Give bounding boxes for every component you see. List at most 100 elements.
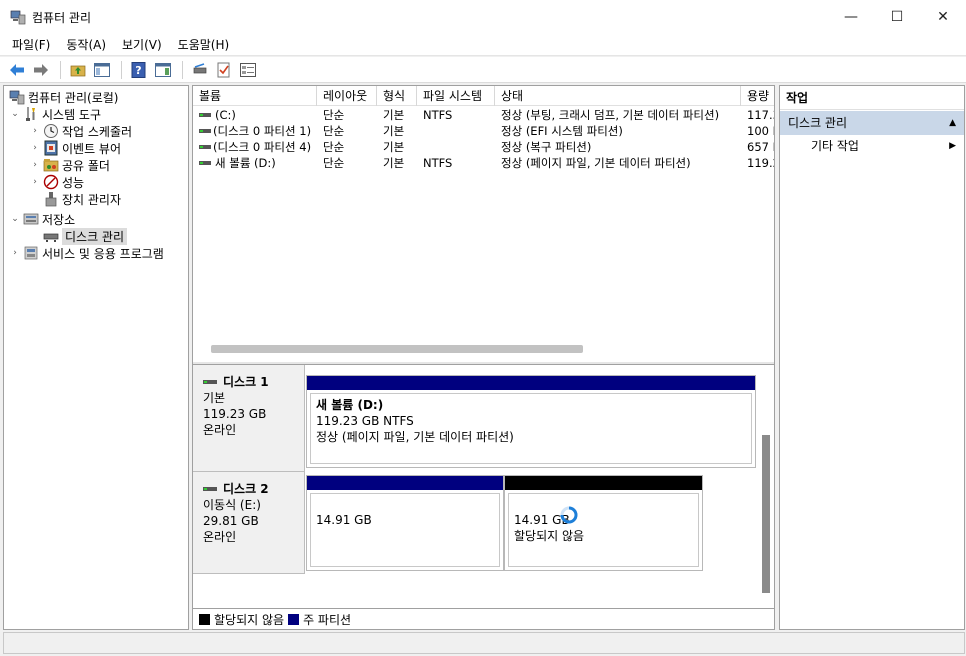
column-header-status[interactable]: 상태 bbox=[495, 86, 741, 106]
unallocated-swatch bbox=[199, 614, 210, 625]
capacity-cell: 119.2 bbox=[747, 156, 774, 170]
partition-d-volume[interactable]: 새 볼륨 (D:) 119.23 GB NTFS 정상 (페이지 파일, 기본 … bbox=[306, 375, 756, 468]
tree-item-device-manager[interactable]: 장치 관리자 bbox=[41, 190, 121, 208]
computer-management-icon bbox=[10, 9, 26, 25]
capacity-cell: 117.3 bbox=[747, 108, 774, 122]
device-manager-icon bbox=[43, 191, 59, 207]
tree-item-task-scheduler[interactable]: › 작업 스케줄러 bbox=[29, 122, 132, 140]
disk-type: 기본 bbox=[203, 391, 226, 405]
volume-icon bbox=[199, 161, 211, 165]
disk-2-label[interactable]: 디스크 2 이동식 (E:) 29.81 GB 온라인 bbox=[193, 472, 305, 574]
show-hide-tree-button[interactable] bbox=[91, 59, 113, 81]
actions-section-disk-management[interactable]: 디스크 관리 ▲ bbox=[780, 111, 964, 135]
tree-item-shared-folders[interactable]: › 공유 폴더 bbox=[29, 156, 110, 174]
chevron-right-icon[interactable]: › bbox=[29, 143, 41, 153]
vertical-scrollbar[interactable] bbox=[762, 435, 770, 593]
menu-help[interactable]: 도움말(H) bbox=[170, 34, 238, 56]
services-icon bbox=[23, 245, 39, 261]
svg-text:?: ? bbox=[135, 64, 141, 77]
minimize-button[interactable]: — bbox=[828, 0, 874, 34]
tree-item-services-apps[interactable]: › 서비스 및 응용 프로그램 bbox=[9, 244, 164, 262]
chevron-right-icon[interactable]: › bbox=[29, 126, 41, 136]
chevron-down-icon[interactable]: ⌄ bbox=[9, 109, 21, 119]
disk-size: 29.81 GB bbox=[203, 514, 259, 528]
partition-size: 14.91 GB bbox=[514, 513, 570, 527]
filesystem-cell: NTFS bbox=[423, 108, 453, 122]
table-row[interactable]: 새 볼륨 (D:) 단순 기본 NTFS 정상 (페이지 파일, 기본 데이터 … bbox=[193, 155, 774, 171]
tree-item-root[interactable]: 컴퓨터 관리(로컬) bbox=[7, 88, 118, 106]
menu-file[interactable]: 파일(F) bbox=[0, 34, 58, 56]
chevron-down-icon[interactable]: ⌄ bbox=[9, 214, 21, 224]
tree-item-label: 컴퓨터 관리(로컬) bbox=[28, 90, 119, 105]
partition-primary-e[interactable]: 14.91 GB bbox=[306, 475, 504, 571]
disk-1-label[interactable]: 디스크 1 기본 119.23 GB 온라인 bbox=[193, 365, 305, 472]
event-log-icon bbox=[43, 140, 59, 156]
action-more-actions[interactable]: 기타 작업 ▶ bbox=[780, 135, 964, 157]
disk-status: 온라인 bbox=[203, 530, 237, 544]
show-hide-action-pane-button[interactable] bbox=[152, 59, 174, 81]
status-cell: 정상 (페이지 파일, 기본 데이터 파티션) bbox=[501, 156, 691, 170]
console-tree-pane: 컴퓨터 관리(로컬) ⌄ 시스템 도구 › 작업 스케줄러 › 이벤트 뷰어 ›… bbox=[3, 85, 189, 630]
menu-action[interactable]: 동작(A) bbox=[58, 34, 114, 56]
tree-item-system-tools[interactable]: ⌄ 시스템 도구 bbox=[9, 105, 101, 123]
connect-disk-button[interactable] bbox=[189, 59, 211, 81]
column-header-volume[interactable]: 볼륨 bbox=[193, 86, 317, 106]
chevron-right-icon[interactable]: › bbox=[9, 248, 21, 258]
table-row[interactable]: (디스크 0 파티션 1) 단순 기본 정상 (EFI 시스템 파티션) 100… bbox=[193, 123, 774, 139]
tree-item-storage[interactable]: ⌄ 저장소 bbox=[9, 210, 75, 228]
table-row[interactable]: (디스크 0 파티션 4) 단순 기본 정상 (복구 파티션) 657 M bbox=[193, 139, 774, 155]
tree-item-label: 시스템 도구 bbox=[42, 107, 102, 122]
tree-item-label: 작업 스케줄러 bbox=[62, 124, 133, 139]
layout-cell: 단순 bbox=[323, 156, 345, 170]
tree-item-event-viewer[interactable]: › 이벤트 뷰어 bbox=[29, 139, 121, 157]
partition-size: 14.91 GB bbox=[316, 513, 372, 527]
menu-view[interactable]: 보기(V) bbox=[114, 34, 170, 56]
horizontal-scrollbar[interactable] bbox=[211, 345, 583, 353]
partition-unallocated[interactable]: 14.91 GB 할당되지 않음 bbox=[504, 475, 703, 571]
table-row[interactable]: (C:) 단순 기본 NTFS 정상 (부팅, 크래시 덤프, 기본 데이터 파… bbox=[193, 107, 774, 123]
type-cell: 기본 bbox=[383, 108, 405, 122]
disk-link-icon bbox=[193, 62, 207, 73]
collapse-up-icon[interactable]: ▲ bbox=[949, 111, 956, 135]
type-cell: 기본 bbox=[383, 124, 405, 138]
volume-table-header: 볼륨 레이아웃 형식 파일 시스템 상태 용량 bbox=[193, 86, 774, 106]
actions-header: 작업 bbox=[780, 86, 964, 110]
column-header-type[interactable]: 형식 bbox=[377, 86, 417, 106]
disk-type: 이동식 (E:) bbox=[203, 498, 261, 512]
disk-icon bbox=[203, 487, 217, 491]
shared-folder-icon bbox=[43, 157, 59, 173]
back-button[interactable] bbox=[6, 59, 28, 81]
clock-icon bbox=[43, 123, 59, 139]
layout-cell: 단순 bbox=[323, 124, 345, 138]
arrow-right-icon bbox=[34, 63, 48, 76]
tree-item-label: 서비스 및 응용 프로그램 bbox=[42, 246, 164, 261]
console-tree-icon bbox=[94, 62, 110, 77]
toolbar-separator bbox=[121, 60, 122, 79]
status-cell: 정상 (EFI 시스템 파티션) bbox=[501, 124, 623, 138]
disk-name: 디스크 2 bbox=[203, 481, 304, 497]
partition-status: 할당되지 않음 bbox=[514, 529, 585, 543]
properties-button[interactable] bbox=[237, 59, 259, 81]
column-header-layout[interactable]: 레이아웃 bbox=[317, 86, 377, 106]
legend-unallocated: 할당되지 않음 bbox=[214, 613, 285, 627]
column-header-filesystem[interactable]: 파일 시스템 bbox=[417, 86, 495, 106]
check-properties-button[interactable] bbox=[213, 59, 235, 81]
filesystem-cell bbox=[417, 139, 495, 155]
chevron-right-icon[interactable]: › bbox=[29, 160, 41, 170]
disk-size: 119.23 GB bbox=[203, 407, 267, 421]
window-title: 컴퓨터 관리 bbox=[32, 10, 92, 25]
maximize-button[interactable]: ☐ bbox=[874, 0, 920, 34]
up-level-button[interactable] bbox=[67, 59, 89, 81]
help-button[interactable]: ? bbox=[128, 59, 150, 81]
tree-item-disk-management[interactable]: 디스크 관리 bbox=[41, 227, 128, 245]
disk-management-icon bbox=[43, 228, 59, 244]
chevron-right-icon[interactable]: › bbox=[29, 177, 41, 187]
column-header-capacity[interactable]: 용량 bbox=[741, 86, 774, 106]
volume-icon bbox=[199, 145, 211, 149]
forward-button[interactable] bbox=[30, 59, 52, 81]
tree-item-performance[interactable]: › 성능 bbox=[29, 173, 84, 191]
help-icon: ? bbox=[131, 61, 146, 78]
close-button[interactable]: ✕ bbox=[920, 0, 966, 34]
tree-item-label: 디스크 관리 bbox=[62, 227, 128, 245]
partition-name: 새 볼륨 (D:) bbox=[316, 398, 384, 412]
